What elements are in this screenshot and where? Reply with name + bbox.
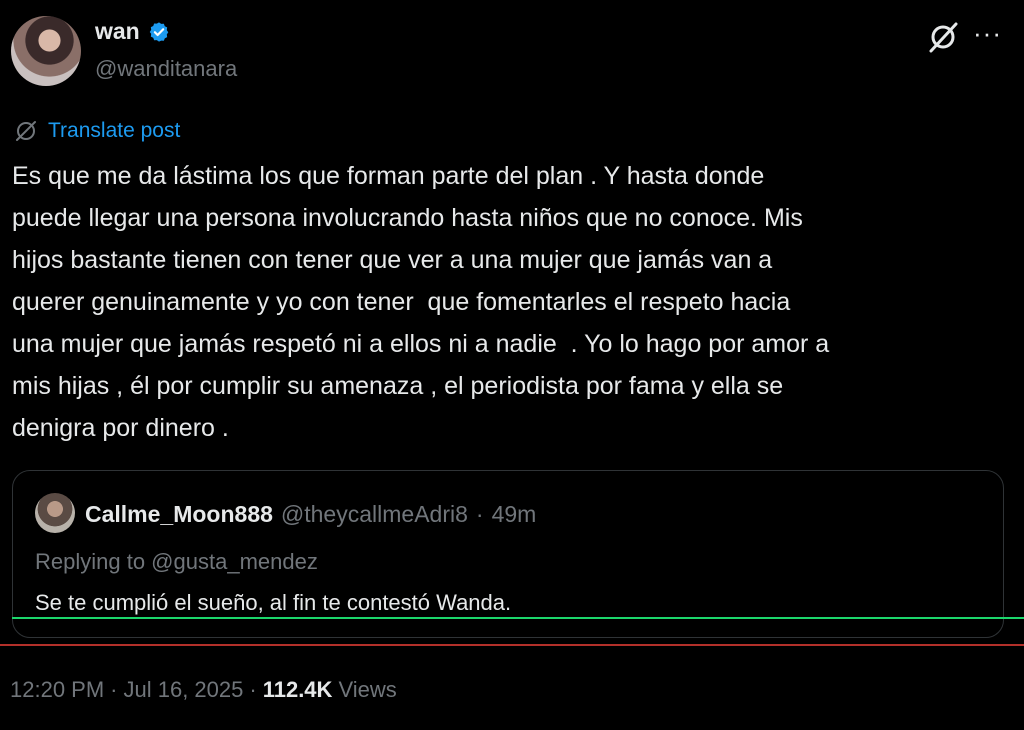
translate-post-label: Translate post (48, 119, 181, 142)
quoted-author-name: Callme_Moon888 (85, 501, 273, 527)
author-display-name[interactable]: wan (95, 18, 140, 45)
grok-icon[interactable] (926, 20, 960, 54)
translate-post-link[interactable]: Translate post (14, 119, 180, 143)
views-count: 112.4K (262, 677, 333, 702)
more-icon[interactable]: ··· (973, 18, 1002, 49)
tweet-meta: 12:20 PM · Jul 16, 2025 · 112.4K Views (10, 677, 397, 703)
quoted-tweet-text: Se te cumplió el sueño, al fin te contes… (35, 590, 512, 615)
tweet-time[interactable]: 12:20 PM (10, 677, 104, 703)
quoted-tweet-card[interactable]: Callme_Moon888 @theycallmeAdri8 · 49m Re… (12, 470, 1004, 638)
separator-dot: · (475, 501, 484, 527)
quoted-tweet-header: Callme_Moon888 @theycallmeAdri8 · 49m (85, 501, 536, 528)
separator-dot: · (249, 677, 257, 702)
separator-dot: · (110, 677, 118, 702)
divider-line (12, 617, 1024, 619)
tweet-date[interactable]: Jul 16, 2025 (124, 677, 244, 703)
verified-badge-icon (149, 21, 168, 42)
quoted-author-avatar (35, 493, 75, 533)
views-label: Views (338, 677, 397, 702)
divider-line (0, 644, 1024, 646)
author-handle[interactable]: @wanditanara (95, 56, 237, 82)
author-avatar[interactable] (11, 16, 81, 86)
tweet-text: Es que me da lástima los que forman part… (12, 162, 830, 442)
author-name-row: wan (95, 18, 170, 45)
globe-icon (16, 121, 36, 141)
replying-to-label: Replying to @gusta_mendez (35, 549, 318, 574)
quoted-author-handle: @theycallmeAdri8 (280, 501, 468, 527)
quoted-tweet-time: 49m (491, 501, 537, 527)
